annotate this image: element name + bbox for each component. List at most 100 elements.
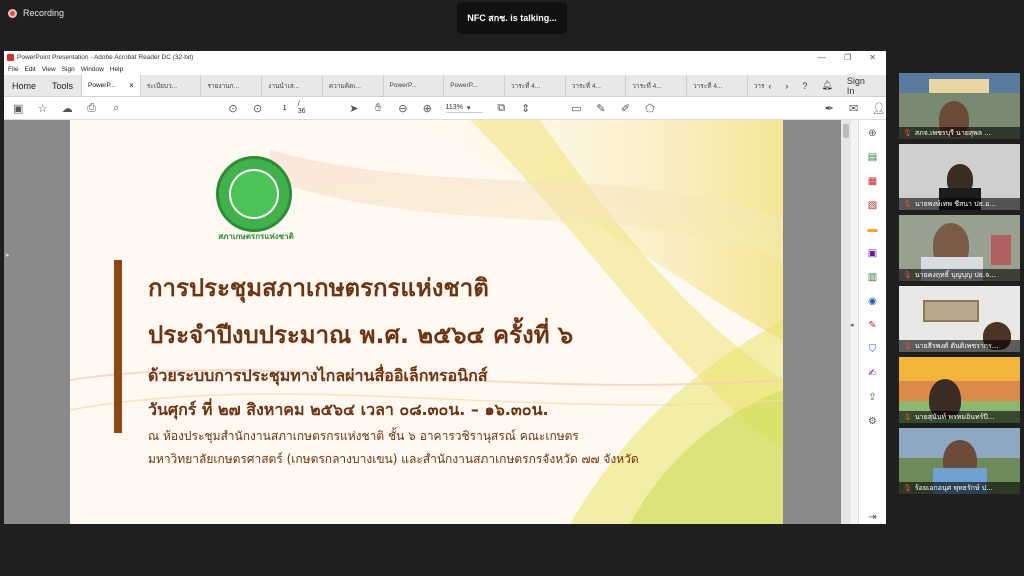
edit-pdf-icon[interactable]: ▧: [866, 198, 880, 212]
tab-label: วาระที่ 4...: [571, 82, 601, 90]
tab-label: ความคิดเ...: [328, 82, 361, 90]
tab-home[interactable]: Home: [4, 75, 44, 96]
highlight-pen-icon[interactable]: ✎: [595, 101, 607, 115]
sign-icon[interactable]: ✒: [823, 101, 835, 115]
help-icon[interactable]: ?: [802, 81, 807, 91]
tab-tools[interactable]: Tools: [44, 75, 81, 96]
chevron-left-icon[interactable]: ‹: [768, 81, 771, 91]
search-icon[interactable]: ⌕: [110, 101, 122, 115]
participant-name: นายธีรพงศ์ ตันติเพชรากร...: [914, 341, 999, 350]
tab-label: วาระที่ 4...: [692, 82, 723, 90]
participant-name: ร้อยเอกอนุศ พุทธรักษ์ ป...: [914, 483, 993, 492]
scan-icon[interactable]: ◉: [866, 294, 880, 308]
export-pdf-icon[interactable]: ▤: [866, 150, 880, 164]
participant-tile[interactable]: 🎙︎ สภจ.เพชรบุรี นายสุพล ...: [899, 73, 1020, 139]
page-up-icon[interactable]: ⊙: [227, 101, 239, 115]
sign-in-button[interactable]: Sign In: [847, 76, 872, 96]
zoom-in-icon[interactable]: ⊕: [421, 101, 433, 115]
combine-files-icon[interactable]: ▣: [866, 246, 880, 260]
slide-subtitle-method: ด้วยระบบการประชุมทางไกลผ่านสื่ออิเล็กทรอ…: [148, 366, 488, 385]
document-tab[interactable]: ระเบียบว...: [139, 75, 201, 96]
fit-page-icon[interactable]: ⧉: [495, 101, 507, 115]
tools-pane: ⊕ ▤ ▦ ▧ ▬ ▣ ▥ ◉ ✎ ⛉ ✍ ⇪ ⚙ ⇥: [858, 120, 886, 524]
fill-sign-icon[interactable]: ✎: [866, 318, 880, 332]
menu-edit[interactable]: Edit: [24, 66, 35, 73]
document-tab[interactable]: วาร: [746, 75, 769, 96]
participant-tile[interactable]: 🎙︎ ร้อยเอกอนุศ พุทธรักษ์ ป...: [899, 428, 1020, 494]
send-for-signature-icon[interactable]: ✍: [866, 366, 880, 380]
participant-tile[interactable]: 🎙︎ นายสุนันท์ พรหมอินทร์ปี...: [899, 357, 1020, 423]
protect-icon[interactable]: ⛉: [866, 342, 880, 356]
document-tab[interactable]: PowerP...: [443, 75, 504, 96]
tab-label: PowerP...: [389, 82, 417, 89]
window-title: PowerPoint Presentation - Adobe Acrobat …: [17, 54, 194, 61]
zoom-out-icon[interactable]: ⊖: [397, 101, 409, 115]
menu-sign[interactable]: Sign: [62, 66, 75, 73]
scroll-mode-icon[interactable]: ⇕: [519, 101, 531, 115]
slide-page: สภาเกษตรกรแห่งชาติ การประชุมสภาเกษตรกรแห…: [70, 120, 783, 524]
share-icon[interactable]: ⇪: [866, 390, 880, 404]
more-tools-icon[interactable]: ⚙: [866, 414, 880, 428]
participant-tile[interactable]: 🎙︎ นายพงษ์เทพ ชีสนา ปธ.อ...: [899, 144, 1020, 210]
document-tab[interactable]: วาระที่ 4...: [685, 75, 747, 96]
bell-icon[interactable]: 🔔︎: [821, 80, 832, 91]
document-tab[interactable]: รายงานก...: [200, 75, 261, 96]
mic-muted-icon: 🎙︎: [903, 413, 912, 421]
tab-label: วาระที่ 4...: [632, 82, 662, 90]
draw-icon[interactable]: ✐: [619, 101, 631, 115]
collapse-left-icon[interactable]: ▸: [6, 251, 10, 259]
comment-tool-icon[interactable]: ▬: [866, 222, 880, 236]
mail-icon[interactable]: ✉: [847, 101, 859, 115]
zoom-value: 113%: [445, 104, 463, 111]
talking-label: NFC สกช. is talking...: [467, 13, 557, 23]
recording-label: Recording: [23, 8, 65, 18]
title-accent-bar: [114, 260, 122, 433]
document-tab[interactable]: วาระที่ 4...: [564, 75, 626, 96]
document-tab[interactable]: PowerP... ×: [81, 75, 140, 96]
zoom-select[interactable]: 113% ▾: [445, 104, 483, 113]
print-icon[interactable]: ⎙: [85, 101, 97, 115]
cursor-icon[interactable]: ➤: [348, 101, 360, 115]
bookmark-star-icon[interactable]: ☆: [36, 101, 48, 115]
add-user-icon[interactable]: 👤︎: [872, 101, 886, 115]
page-number-input[interactable]: [275, 102, 294, 114]
menu-window[interactable]: Window: [81, 66, 104, 73]
comment-icon[interactable]: ▭: [570, 101, 582, 115]
menu-bar: File Edit View Sign Window Help: [4, 64, 886, 75]
minimize-button[interactable]: —: [818, 53, 826, 62]
expand-pane-icon[interactable]: ⇥: [866, 510, 880, 524]
document-tab[interactable]: วาระที่ 4...: [625, 75, 686, 96]
zoom-search-icon[interactable]: ⊕: [866, 126, 880, 140]
close-window-button[interactable]: ✕: [869, 53, 876, 62]
organize-pages-icon[interactable]: ▥: [866, 270, 880, 284]
recording-indicator[interactable]: Recording: [8, 8, 64, 18]
title-bar: PowerPoint Presentation - Adobe Acrobat …: [4, 51, 886, 64]
document-tab[interactable]: วาระที่ 4...: [503, 75, 565, 96]
menu-file[interactable]: File: [8, 66, 18, 73]
upload-cloud-icon[interactable]: ☁: [61, 101, 73, 115]
menu-help[interactable]: Help: [110, 66, 123, 73]
document-tab[interactable]: ความคิดเ...: [321, 75, 383, 96]
tab-label: PowerP...: [88, 82, 116, 89]
tab-label: วาระที่ 4...: [510, 82, 541, 90]
chevron-right-icon[interactable]: ›: [785, 81, 788, 91]
page-down-icon[interactable]: ⊙: [251, 101, 263, 115]
document-tab[interactable]: PowerP...: [382, 75, 444, 96]
hand-tool-icon[interactable]: ✋︎: [372, 101, 384, 115]
stamp-icon[interactable]: ⬠: [644, 101, 656, 115]
close-tab-icon[interactable]: ×: [129, 81, 134, 90]
participant-strip: 🎙︎ สภจ.เพชรบุรี นายสุพล ... 🎙︎ นายพงษ์เทพ …: [899, 73, 1020, 494]
tab-label: งานนำเส...: [268, 82, 300, 90]
slide-venue-line1: ณ ห้องประชุมสำนักงานสภาเกษตรกรแห่งชาติ ช…: [148, 429, 579, 443]
collapse-right-icon[interactable]: ◂: [850, 321, 854, 329]
participant-name: นายพงษ์เทพ ชีสนา ปธ.อ...: [914, 199, 996, 208]
menu-view[interactable]: View: [42, 66, 56, 73]
participant-tile[interactable]: 🎙︎ นายคงฤทธิ์ บุญบุญ ปธ.จ...: [899, 215, 1020, 281]
mic-muted-icon: 🎙︎: [903, 129, 912, 137]
document-tab[interactable]: งานนำเส...: [261, 75, 322, 96]
save-icon[interactable]: ▣: [12, 101, 24, 115]
chevron-down-icon: ▾: [466, 104, 471, 112]
create-pdf-icon[interactable]: ▦: [866, 174, 880, 188]
maximize-button[interactable]: ❐: [844, 53, 851, 62]
participant-tile[interactable]: 🎙︎ นายธีรพงศ์ ตันติเพชรากร...: [899, 286, 1020, 352]
